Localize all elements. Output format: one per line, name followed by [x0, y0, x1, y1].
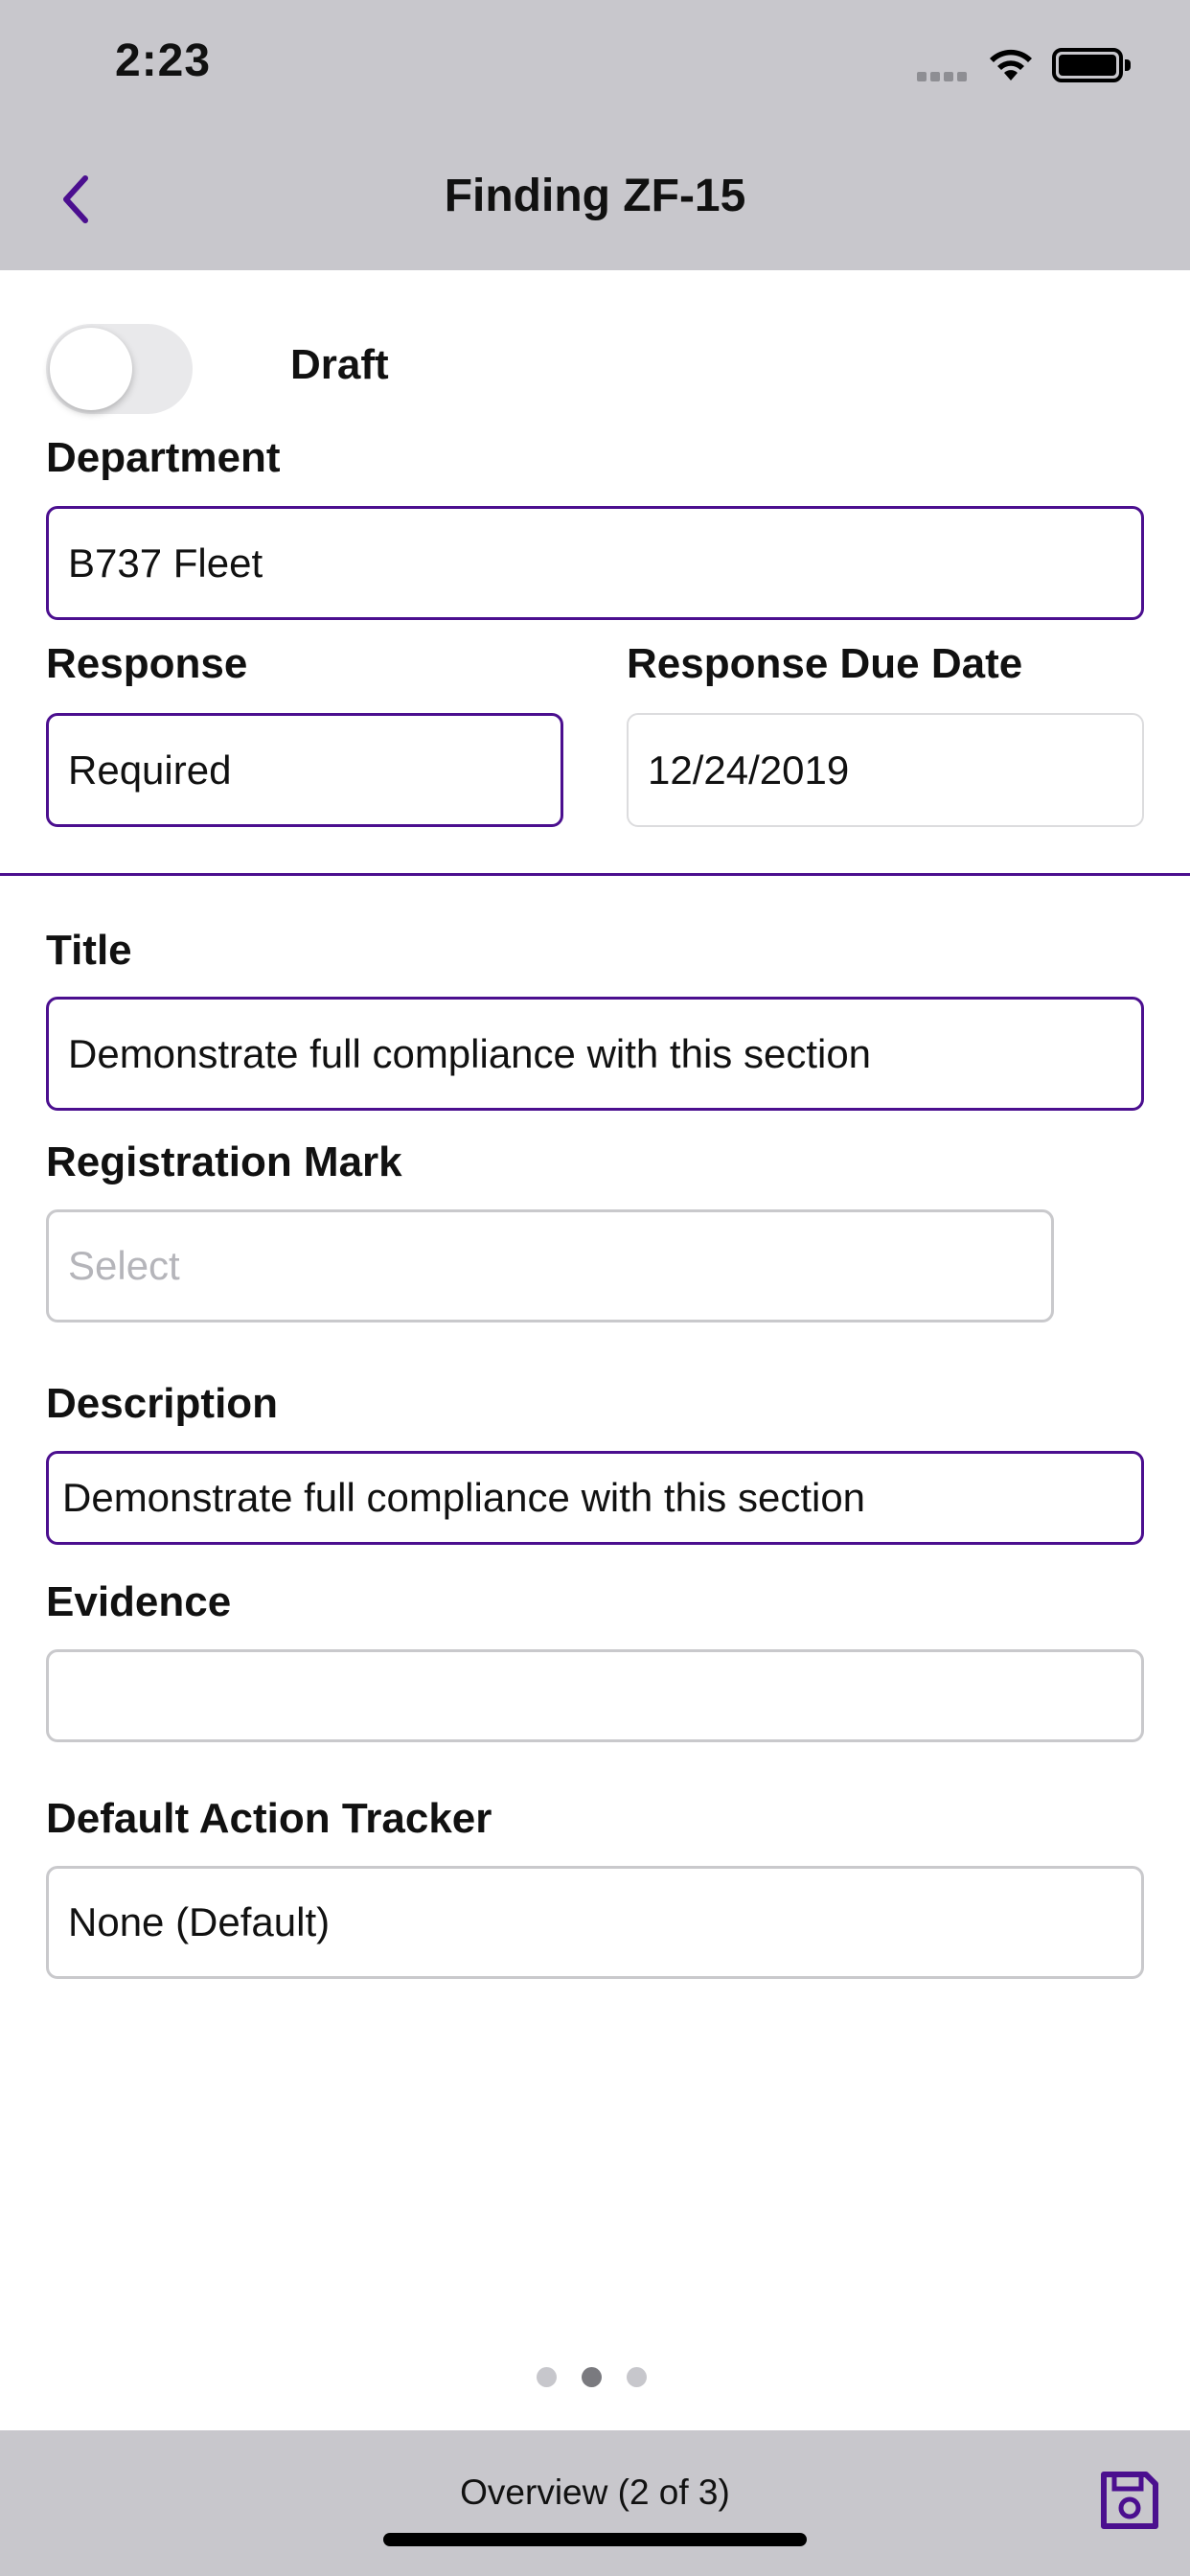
description-value: Demonstrate full compliance with this se… [62, 1475, 866, 1520]
due-date-label: Response Due Date [627, 640, 1023, 687]
section-divider [0, 873, 1190, 876]
action-tracker-value: None (Default) [68, 1899, 331, 1944]
description-label: Description [46, 1380, 279, 1427]
cellular-signal-icon [917, 69, 971, 86]
draft-label: Draft [290, 341, 389, 388]
registration-mark-placeholder: Select [68, 1243, 180, 1288]
home-indicator [383, 2533, 807, 2546]
action-tracker-select[interactable]: None (Default) [46, 1866, 1144, 1979]
page-title: Finding ZF-15 [444, 171, 746, 221]
bottom-toolbar: Overview (2 of 3) [0, 2430, 1190, 2576]
floppy-disk-icon [1101, 2472, 1158, 2529]
response-value: Required [68, 747, 232, 793]
description-field[interactable]: Demonstrate full compliance with this se… [46, 1451, 1144, 1545]
title-value: Demonstrate full compliance with this se… [68, 1030, 872, 1076]
overview-label: Overview (2 of 3) [460, 2472, 730, 2512]
toggle-knob [50, 328, 132, 410]
evidence-field[interactable] [46, 1649, 1144, 1742]
department-label: Department [46, 434, 281, 481]
department-field[interactable]: B737 Fleet [46, 506, 1144, 620]
navigation-bar: Finding ZF-15 [0, 129, 1190, 270]
battery-icon [1052, 48, 1131, 82]
page-dot[interactable] [537, 2367, 557, 2387]
page-dot[interactable] [627, 2367, 647, 2387]
status-bar: 2:23 [0, 0, 1190, 129]
page-indicator[interactable] [537, 2367, 647, 2387]
response-field[interactable]: Required [46, 713, 563, 827]
draft-toggle[interactable] [46, 324, 193, 414]
save-button[interactable] [1098, 2469, 1161, 2532]
title-field[interactable]: Demonstrate full compliance with this se… [46, 997, 1144, 1111]
registration-mark-label: Registration Mark [46, 1138, 402, 1185]
wifi-icon [990, 49, 1032, 80]
response-label: Response [46, 640, 248, 687]
status-time: 2:23 [115, 35, 212, 86]
due-date-value: 12/24/2019 [648, 747, 850, 793]
evidence-label: Evidence [46, 1578, 232, 1625]
title-label: Title [46, 927, 132, 974]
due-date-field[interactable]: 12/24/2019 [627, 713, 1144, 827]
registration-mark-select[interactable]: Select [46, 1209, 1054, 1322]
page-dot-current[interactable] [582, 2367, 602, 2387]
action-tracker-label: Default Action Tracker [46, 1795, 492, 1842]
department-value: B737 Fleet [68, 540, 263, 586]
